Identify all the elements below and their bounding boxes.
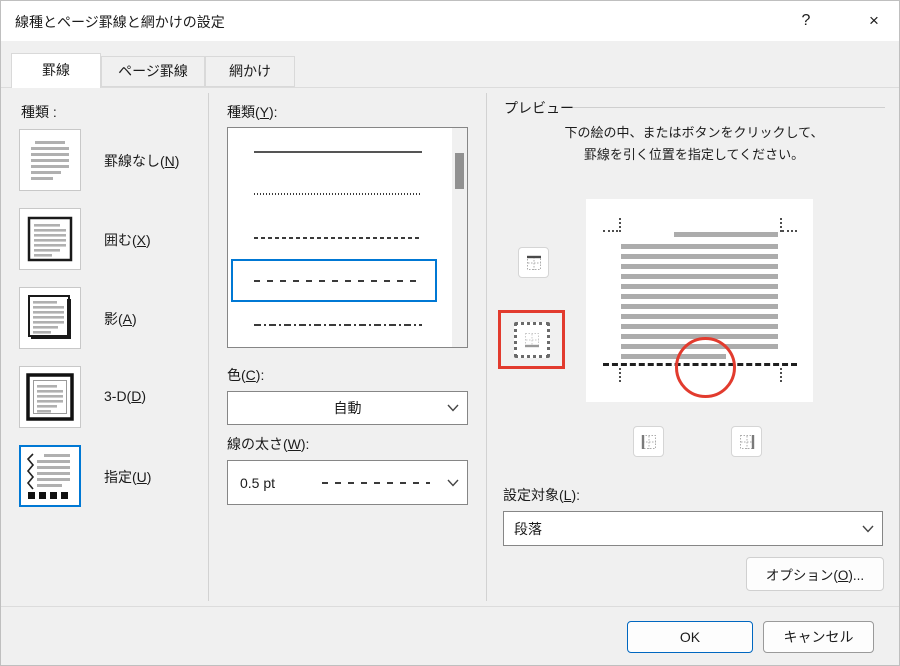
- line-width-sample: [322, 481, 430, 484]
- text-line: [621, 314, 778, 319]
- border-custom-icon: [19, 445, 81, 507]
- line-style-option-dash-small[interactable]: [254, 237, 422, 239]
- tab-borders[interactable]: 罫線: [11, 53, 101, 88]
- scrollbar[interactable]: [452, 128, 467, 347]
- panel-divider-left: [208, 93, 209, 601]
- text-line: [621, 284, 778, 289]
- preset-label: 3-D(D): [104, 388, 147, 404]
- color-dropdown[interactable]: 自動: [227, 391, 468, 425]
- text-line: [674, 232, 778, 237]
- scrollbar-thumb[interactable]: [455, 153, 464, 189]
- border-box-icon: [19, 208, 81, 270]
- left-border-button[interactable]: [633, 426, 664, 457]
- preset-shadow[interactable]: 影(A): [19, 287, 204, 349]
- line-width-label: 線の太さ(W):: [227, 436, 310, 452]
- line-style-label: 種類(Y):: [227, 104, 278, 120]
- close-icon[interactable]: ×: [859, 6, 889, 36]
- line-style-option-solid[interactable]: [254, 151, 422, 153]
- left-border-icon: [641, 434, 656, 449]
- text-line: [621, 274, 778, 279]
- preset-custom[interactable]: 指定(U): [19, 445, 204, 507]
- line-width-dropdown[interactable]: 0.5 pt: [227, 460, 468, 505]
- border-shadow-icon: [19, 287, 81, 349]
- text-line: [621, 304, 778, 309]
- color-value: 自動: [333, 400, 362, 416]
- right-border-icon: [739, 434, 754, 449]
- content-bottom-divider: [1, 606, 899, 607]
- line-style-option-dash-medium[interactable]: [254, 280, 422, 282]
- corner-mark: [603, 230, 618, 232]
- apply-to-dropdown[interactable]: 段落: [503, 511, 883, 546]
- text-line: [621, 294, 778, 299]
- bottom-border-icon: [525, 333, 539, 348]
- cancel-button[interactable]: キャンセル: [763, 621, 874, 653]
- tab-strip-divider: [1, 87, 899, 88]
- corner-mark: [619, 368, 621, 382]
- corner-mark: [782, 230, 797, 232]
- line-style-option-dotted[interactable]: [254, 193, 422, 195]
- ok-button[interactable]: OK: [627, 621, 753, 653]
- color-label: 色(C):: [227, 367, 265, 383]
- apply-to-label: 設定対象(L):: [503, 487, 581, 503]
- text-line: [621, 254, 778, 259]
- annotation-circle: [675, 337, 736, 398]
- borders-shading-dialog: 線種とページ罫線と網かけの設定 ? × 罫線 ページ罫線 網かけ 種類 : 罫線…: [0, 0, 900, 666]
- options-button[interactable]: オプション(O)...: [746, 557, 884, 591]
- preview-group-line: [573, 107, 885, 108]
- preset-label: 影(A): [104, 311, 137, 327]
- preset-box[interactable]: 囲む(X): [19, 208, 204, 270]
- corner-mark: [780, 368, 782, 382]
- line-style-option-dash-dot[interactable]: [254, 324, 422, 326]
- preview-instruction-line2: 罫線を引く位置を指定してください。: [583, 147, 805, 162]
- tab-page-border[interactable]: ページ罫線: [101, 56, 205, 87]
- preset-label: 囲む(X): [104, 232, 151, 248]
- presets-label: 種類 :: [21, 104, 57, 120]
- text-line: [621, 244, 778, 249]
- apply-to-value: 段落: [514, 520, 542, 537]
- text-line: [621, 324, 778, 329]
- border-3d-icon: [19, 366, 81, 428]
- tab-shading[interactable]: 網かけ: [205, 56, 295, 87]
- title-bar: 線種とページ罫線と網かけの設定 ? ×: [1, 1, 899, 41]
- top-border-button[interactable]: [518, 247, 549, 278]
- preset-label: 指定(U): [104, 469, 152, 485]
- text-line: [621, 264, 778, 269]
- panel-divider-right: [486, 93, 487, 601]
- chevron-down-icon: [447, 404, 459, 412]
- bottom-border-button[interactable]: [514, 322, 550, 358]
- preset-3d[interactable]: 3-D(D): [19, 366, 204, 428]
- preset-none[interactable]: 罫線なし(N): [19, 129, 204, 191]
- border-none-icon: [19, 129, 81, 191]
- help-button[interactable]: ?: [791, 6, 821, 36]
- chevron-down-icon: [447, 479, 459, 487]
- line-style-listbox[interactable]: [227, 127, 468, 348]
- dialog-title: 線種とページ罫線と網かけの設定: [15, 14, 225, 30]
- right-border-button[interactable]: [731, 426, 762, 457]
- preview-instruction-line1: 下の絵の中、またはボタンをクリックして、: [564, 125, 824, 140]
- corner-mark: [619, 218, 621, 232]
- preset-label: 罫線なし(N): [104, 153, 180, 169]
- preview-group-label: プレビュー: [504, 100, 574, 116]
- chevron-down-icon: [862, 525, 874, 533]
- top-border-icon: [526, 255, 541, 270]
